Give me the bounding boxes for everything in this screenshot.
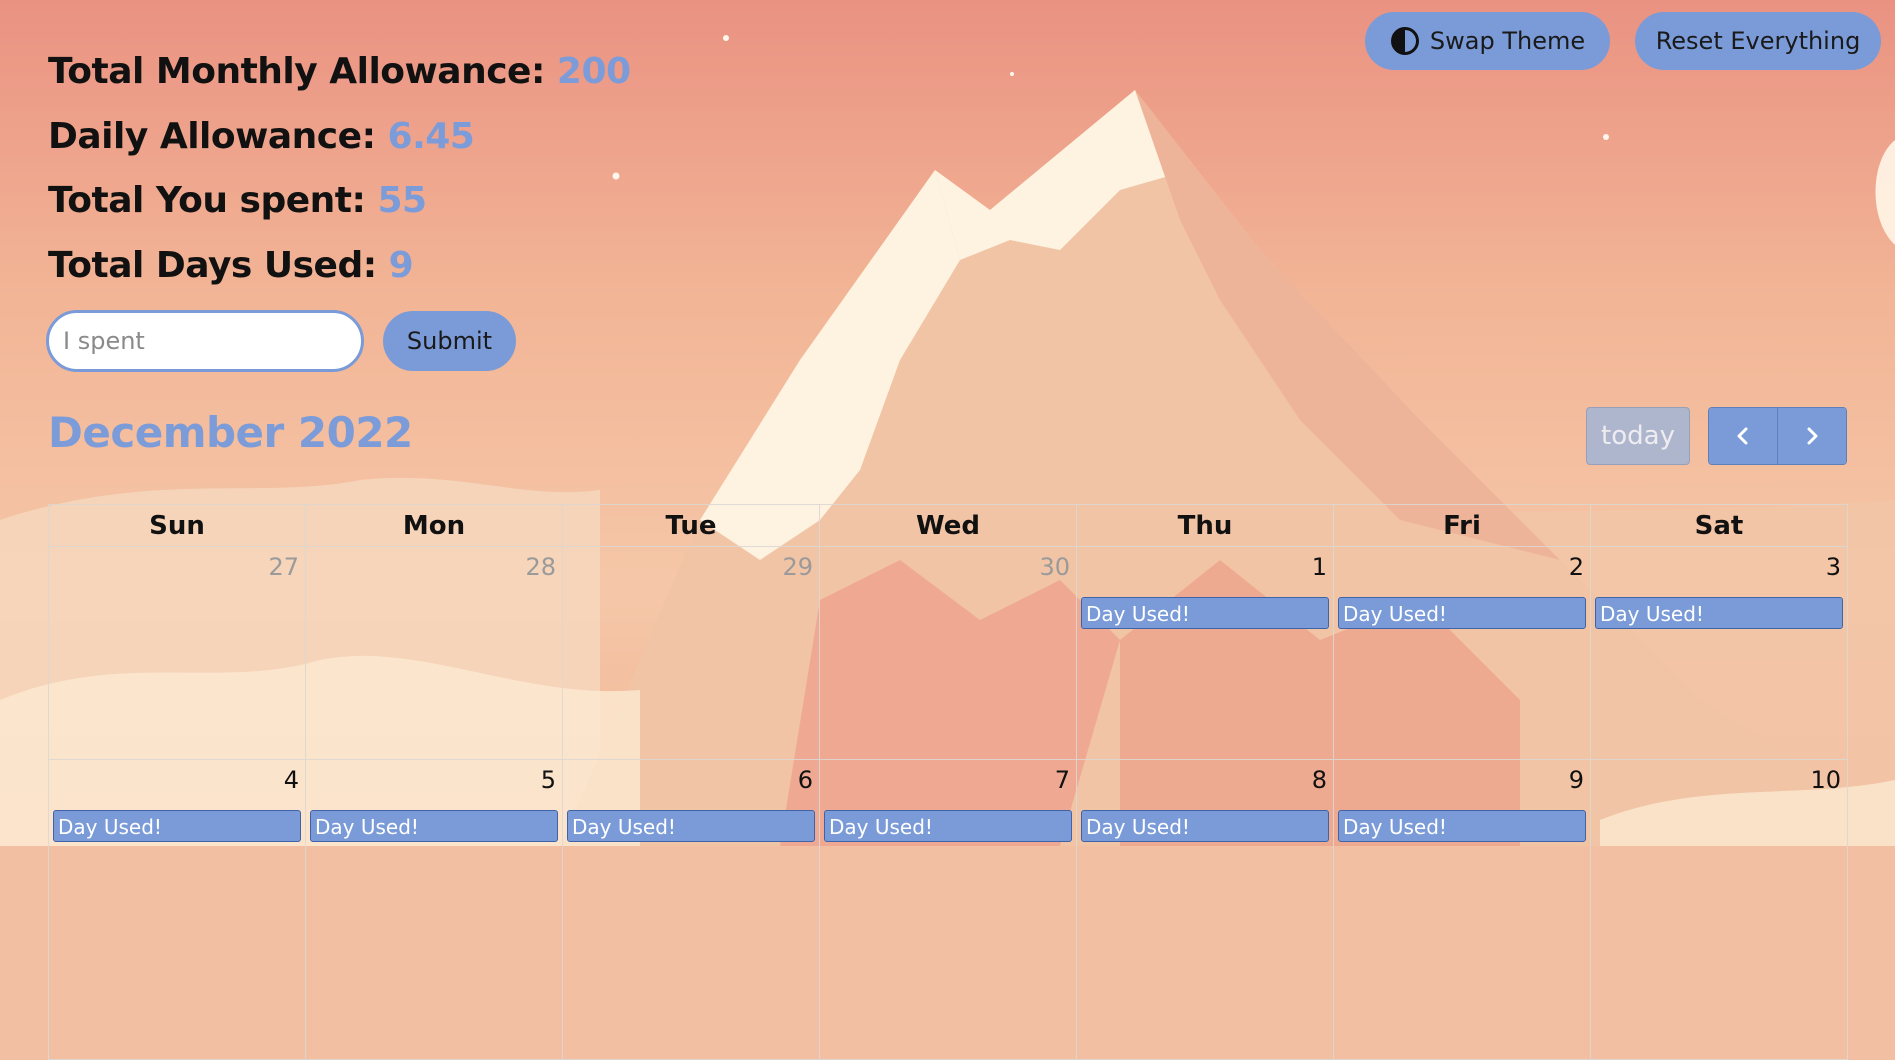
chevron-right-icon (1807, 427, 1818, 445)
prev-month-button[interactable] (1709, 408, 1777, 464)
day-cell[interactable]: 3 Day Used! (1591, 547, 1848, 760)
swap-theme-label: Swap Theme (1429, 27, 1586, 55)
calendar-week: 27 28 29 30 1 Day Used! 2 Day Used! 3 Day Used! (49, 547, 1848, 760)
contrast-icon (1390, 27, 1419, 55)
day-number[interactable]: 6 (798, 766, 813, 794)
day-cell[interactable]: 8 Day Used! (1077, 760, 1334, 1060)
day-number[interactable]: 28 (525, 553, 556, 581)
stat-value: 200 (556, 51, 631, 92)
spent-amount-input[interactable] (46, 310, 364, 372)
month-calendar: Sun Mon Tue Wed Thu Fri Sat 27 28 29 30 1 Day… (48, 504, 1848, 1060)
submit-button[interactable]: Submit (383, 311, 516, 371)
day-cell[interactable]: 5 Day Used! (306, 760, 563, 1060)
next-month-button[interactable] (1777, 408, 1846, 464)
day-cell[interactable]: 29 (563, 547, 820, 760)
weekday-mon: Mon (306, 505, 563, 547)
day-number[interactable]: 2 (1569, 553, 1584, 581)
stat-label: Total Monthly Allowance: (48, 51, 545, 92)
day-cell[interactable]: 6 Day Used! (563, 760, 820, 1060)
day-used-event[interactable]: Day Used! (1595, 597, 1843, 629)
day-used-event[interactable]: Day Used! (1081, 810, 1329, 842)
day-cell[interactable]: 9 Day Used! (1334, 760, 1591, 1060)
weekday-thu: Thu (1077, 505, 1334, 547)
day-cell[interactable]: 7 Day Used! (820, 760, 1077, 1060)
stat-total-spent: Total You spent: 55 (48, 169, 631, 234)
day-number[interactable]: 10 (1810, 766, 1841, 794)
day-used-event[interactable]: Day Used! (310, 810, 558, 842)
chevron-left-icon (1737, 427, 1748, 445)
allowance-summary: Total Monthly Allowance: 200 Daily Allow… (48, 40, 631, 298)
day-cell[interactable]: 10 (1591, 760, 1848, 1060)
day-number[interactable]: 7 (1055, 766, 1070, 794)
stat-label: Daily Allowance: (48, 115, 376, 157)
day-used-event[interactable]: Day Used! (1338, 810, 1586, 842)
weekday-tue: Tue (563, 505, 820, 547)
day-cell[interactable]: 2 Day Used! (1334, 547, 1591, 760)
calendar-weeks: 27 28 29 30 1 Day Used! 2 Day Used! 3 Day Used! 4 D… (49, 547, 1848, 1060)
stat-days-used: Total Days Used: 9 (48, 234, 631, 299)
day-used-event[interactable]: Day Used! (1338, 597, 1586, 629)
today-button[interactable]: today (1586, 407, 1690, 465)
stat-monthly-allowance: Total Monthly Allowance: 200 (48, 40, 631, 105)
stat-value: 6.45 (387, 115, 475, 157)
day-cell[interactable]: 28 (306, 547, 563, 760)
calendar-week: 4 Day Used! 5 Day Used! 6 Day Used! 7 Day Used!… (49, 760, 1848, 1060)
stat-value: 55 (377, 180, 427, 221)
weekday-header: Sun Mon Tue Wed Thu Fri Sat (49, 505, 1848, 547)
day-used-event[interactable]: Day Used! (1081, 597, 1329, 629)
weekday-sat: Sat (1591, 505, 1848, 547)
reset-everything-button[interactable]: Reset Everything (1635, 12, 1881, 70)
day-cell[interactable]: 30 (820, 547, 1077, 760)
day-number[interactable]: 1 (1312, 553, 1327, 581)
day-cell[interactable]: 1 Day Used! (1077, 547, 1334, 760)
day-number[interactable]: 30 (1039, 553, 1070, 581)
calendar-nav (1708, 407, 1847, 465)
weekday-fri: Fri (1334, 505, 1591, 547)
day-number[interactable]: 3 (1826, 553, 1841, 581)
swap-theme-button[interactable]: Swap Theme (1365, 12, 1610, 70)
calendar-title: December 2022 (48, 408, 413, 457)
weekday-wed: Wed (820, 505, 1077, 547)
day-number[interactable]: 9 (1569, 766, 1584, 794)
day-used-event[interactable]: Day Used! (824, 810, 1072, 842)
day-cell[interactable]: 4 Day Used! (49, 760, 306, 1060)
day-cell[interactable]: 27 (49, 547, 306, 760)
stat-value: 9 (388, 244, 414, 286)
day-number[interactable]: 5 (541, 766, 556, 794)
day-used-event[interactable]: Day Used! (567, 810, 815, 842)
day-number[interactable]: 4 (284, 766, 299, 794)
day-number[interactable]: 27 (268, 553, 299, 581)
day-used-event[interactable]: Day Used! (53, 810, 301, 842)
weekday-sun: Sun (49, 505, 306, 547)
day-number[interactable]: 29 (782, 553, 813, 581)
stat-daily-allowance: Daily Allowance: 6.45 (48, 105, 631, 170)
day-number[interactable]: 8 (1312, 766, 1327, 794)
stat-label: Total Days Used: (48, 244, 377, 286)
stat-label: Total You spent: (48, 180, 366, 221)
